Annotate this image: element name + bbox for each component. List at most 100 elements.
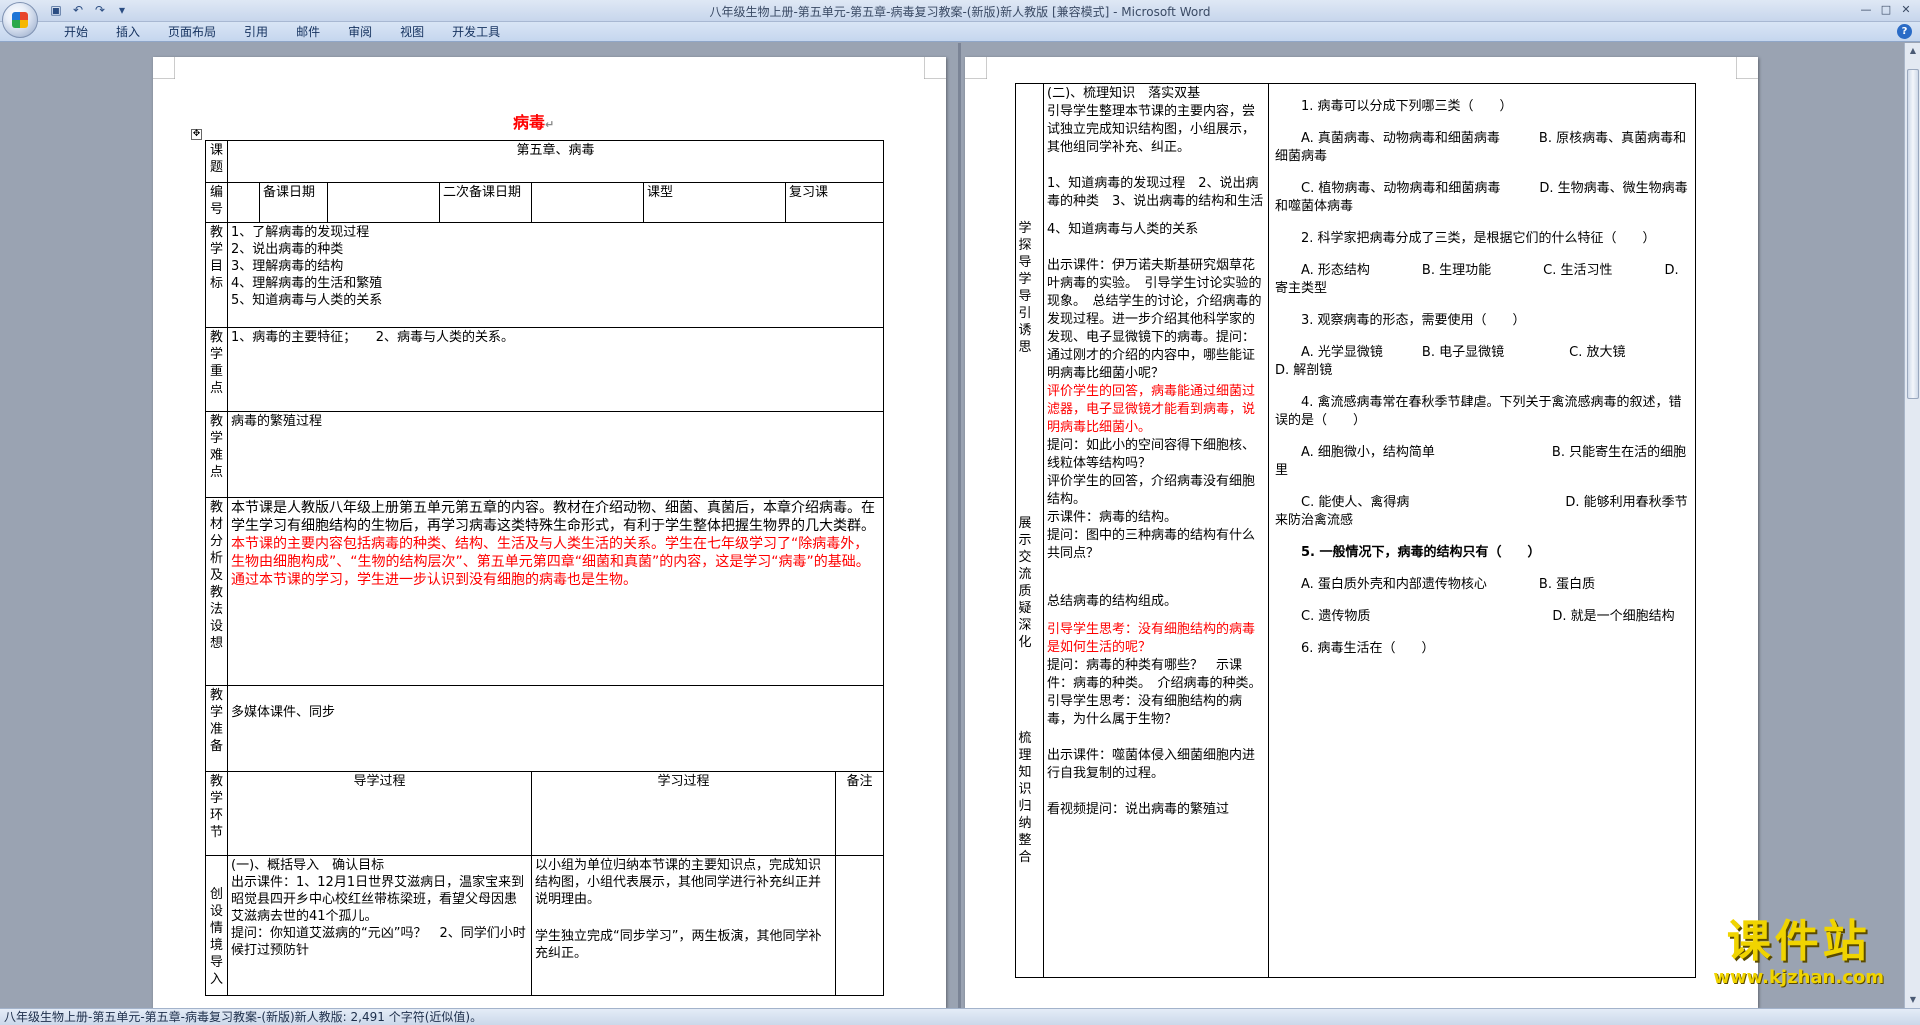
goal-item: 2、说出病毒的种类 [231, 242, 344, 257]
create-guide-line: 提问：你知道艾滋病的“元凶”吗？ 2、同学们小时候打过预防针 [231, 926, 526, 958]
question: 2. 科学家把病毒分成了三类，是根据它们的什么特征（ ） [1301, 231, 1656, 246]
second-prep-label: 二次备课日期 [439, 182, 532, 223]
office-button[interactable] [2, 2, 38, 38]
tab-references[interactable]: 引用 [230, 24, 282, 40]
table-row: 教学环节 导学过程 学习过程 备注 [205, 771, 885, 856]
focus-value[interactable]: 1、病毒的主要特征； 2、病毒与人类的关系。 [226, 327, 885, 412]
summary-label: 梳理知识归纳整合 [1018, 731, 1032, 865]
question-options: A. 形态结构 B. 生理功能 C. 生活习性 D. 寄主类型 [1275, 263, 1679, 296]
lesson-plan-table: 课题 第五章、病毒 编号 备课日期 二次备课日期 课型 复习课 教学目标 1、了… [205, 140, 885, 996]
scroll-up-icon[interactable]: ▲ [1907, 45, 1919, 57]
watermark-logo: 课件站 www.kjzhan.com [1713, 916, 1884, 989]
question-options: A. 蛋白质外壳和内部遗传物核心 B. 蛋白质 [1301, 577, 1596, 592]
document-title[interactable]: 病毒↵ [513, 109, 554, 133]
table-row: 教学重点 1、病毒的主要特征； 2、病毒与人类的关系。 [205, 327, 885, 412]
topic-label: 课题 [205, 140, 228, 183]
tab-view[interactable]: 视图 [386, 24, 438, 40]
table-row: 学探导学导引诱思 展示交流质疑深化 梳理知识归纳整合 (二)、梳理知识 落实双基… [1015, 83, 1696, 978]
prep-value[interactable]: 多媒体课件、同步 [226, 685, 885, 772]
help-icon[interactable]: ? [1897, 24, 1912, 39]
guide-paragraph: 看视频提问：说出病毒的繁殖过 [1047, 802, 1230, 817]
crop-mark-top-left [153, 57, 175, 79]
study-header: 学习过程 [531, 771, 836, 856]
difficulty-value[interactable]: 病毒的繁殖过程 [226, 411, 885, 498]
class-type-value[interactable]: 复习课 [784, 182, 885, 223]
question-options: C. 能使人、禽得病 D. 能够利用春秋季节来防治禽流感 [1275, 495, 1688, 528]
goals-cell[interactable]: 1、了解病毒的发现过程 2、说出病毒的种类 3、理解病毒的结构 4、理解病毒的生… [226, 222, 885, 328]
question: 3. 观察病毒的形态，需要使用（ ） [1301, 313, 1526, 328]
class-type-label: 课型 [643, 182, 786, 223]
create-guide-line: (一)、概括导入 确认目标 [231, 858, 385, 873]
question-options: C. 遗传物质 D. 就是一个细胞结构 [1301, 609, 1675, 624]
prep-label: 教学准备 [205, 685, 228, 772]
table-move-handle-icon[interactable]: ✥ [191, 129, 202, 140]
document-workspace[interactable]: 病毒↵ ✥ 课题 第五章、病毒 编号 备课日期 二次备课日期 课型 复习课 教学… [0, 43, 1904, 1008]
page-split-divider [958, 43, 961, 1008]
guide-paragraph-red: 评价学生的回答，病毒能通过细菌过滤器，电子显微镜才能看到病毒，说明病毒比细菌小。 [1047, 384, 1256, 435]
window-title: 八年级生物上册-第五单元-第五章-病毒复习教案-(新版)新人教版 [兼容模式] … [709, 5, 1211, 19]
second-prep-value[interactable] [531, 182, 644, 223]
number-value[interactable] [227, 182, 260, 223]
question-options: C. 植物病毒、动物病毒和细菌病毒 D. 生物病毒、微生物病毒和噬菌体病毒 [1275, 181, 1688, 214]
watermark-url: www.kjzhan.com [1713, 967, 1884, 988]
office-logo-icon [12, 12, 28, 28]
guide-column[interactable]: (二)、梳理知识 落实双基 引导学生整理本节课的主要内容，尝试独立完成知识结构图… [1043, 83, 1269, 978]
create-guide-cell[interactable]: (一)、概括导入 确认目标 出示课件：1、12月1日世界艾滋病日，温家宝来到昭觉… [227, 855, 532, 996]
exercise-column[interactable]: 1. 病毒可以分成下列哪三类（ ） A. 真菌病毒、动物病毒和细菌病毒 B. 原… [1268, 83, 1696, 978]
close-icon[interactable]: ✕ [1896, 1, 1916, 19]
watermark-text: 课件站 [1726, 916, 1871, 967]
guide-paragraph: 评价学生的回答，介绍病毒没有细胞结构。 [1047, 474, 1256, 507]
goal-item: 3、理解病毒的结构 [231, 259, 344, 274]
title-bar: ▣ ↶ ↷ ▾ 八年级生物上册-第五单元-第五章-病毒复习教案-(新版)新人教版… [0, 0, 1920, 38]
tab-review[interactable]: 审阅 [334, 24, 386, 40]
crop-mark-top-right [924, 57, 946, 79]
link-label: 教学环节 [205, 771, 228, 856]
analysis-cell[interactable]: 本节课是人教版八年级上册第五单元第五章的内容。教材在介绍动物、细菌、真菌后，本章… [226, 497, 885, 686]
table-row: 教学目标 1、了解病毒的发现过程 2、说出病毒的种类 3、理解病毒的结构 4、理… [205, 222, 885, 328]
note-header: 备注 [834, 771, 885, 856]
question-options: A. 细胞微小，结构简单 B. 只能寄生在活的细胞里 [1275, 445, 1687, 478]
difficulty-label: 教学难点 [205, 411, 228, 498]
tab-developer[interactable]: 开发工具 [438, 24, 514, 40]
phase-label-column: 学探导学导引诱思 展示交流质疑深化 梳理知识归纳整合 [1015, 83, 1044, 978]
document-title-text: 病毒 [513, 113, 546, 132]
focus-label: 教学重点 [205, 327, 228, 412]
analysis-text-red: 本节课的主要内容包括病毒的种类、结构、生活及与人类生活的关系。学生在七年级学习了… [231, 536, 870, 588]
maximize-icon[interactable]: □ [1876, 1, 1896, 19]
goal-item: 4、理解病毒的生活和繁殖 [231, 276, 383, 291]
tab-page-layout[interactable]: 页面布局 [154, 24, 230, 40]
guide-header: 导学过程 [227, 771, 532, 856]
create-study-line: 学生独立完成“同步学习”，两生板演，其他同学补充纠正。 [535, 929, 822, 961]
tab-mailings[interactable]: 邮件 [282, 24, 334, 40]
table-row: 教材分析及教法设想 本节课是人教版八年级上册第五单元第五章的内容。教材在介绍动物… [205, 497, 885, 686]
guide-paragraph: 示课件：病毒的结构。 [1047, 510, 1178, 525]
question: 6. 病毒生活在（ ） [1301, 641, 1435, 656]
scroll-down-icon[interactable]: ▼ [1907, 994, 1919, 1006]
window-controls: — □ ✕ [1856, 1, 1916, 19]
create-study-cell[interactable]: 以小组为单位归纳本节课的主要知识点，完成知识结构图，小组代表展示，其他同学进行补… [531, 855, 836, 996]
tab-insert[interactable]: 插入 [102, 24, 154, 40]
prep-date-value[interactable] [327, 182, 440, 223]
vertical-scrollbar[interactable]: ▲ ▼ [1904, 43, 1920, 1008]
create-note-cell[interactable] [834, 855, 885, 996]
crop-mark-top-left [965, 57, 987, 79]
minimize-icon[interactable]: — [1856, 1, 1876, 19]
create-guide-line: 出示课件：1、12月1日世界艾滋病日，温家宝来到昭觉县四开乡中心校红丝带栋梁班，… [231, 875, 525, 924]
tab-home[interactable]: 开始 [50, 24, 102, 40]
table-row: 教学难点 病毒的繁殖过程 [205, 411, 885, 498]
guide-paragraph: 4、知道病毒与人类的关系 [1047, 222, 1199, 237]
activity-table: 学探导学导引诱思 展示交流质疑深化 梳理知识归纳整合 (二)、梳理知识 落实双基… [1015, 83, 1696, 978]
analysis-text: 本节课是人教版八年级上册第五单元第五章的内容。教材在介绍动物、细菌、真菌后，本章… [231, 500, 875, 534]
document-page-1[interactable]: 病毒↵ ✥ 课题 第五章、病毒 编号 备课日期 二次备课日期 课型 复习课 教学… [153, 57, 946, 1008]
topic-value[interactable]: 第五章、病毒 [226, 140, 885, 183]
guide-paragraph: 提问：图中的三种病毒的结构有什么共同点？ [1047, 528, 1256, 561]
document-page-2[interactable]: 学探导学导引诱思 展示交流质疑深化 梳理知识归纳整合 (二)、梳理知识 落实双基… [965, 57, 1758, 1008]
question: 5. 一般情况下，病毒的结构只有（ ） [1301, 545, 1541, 560]
guide-paragraph: 引导学生整理本节课的主要内容，尝试独立完成知识结构图，小组展示，其他组同学补充、… [1047, 104, 1256, 155]
crop-mark-top-right [1736, 57, 1758, 79]
scrollbar-thumb[interactable] [1907, 69, 1919, 399]
show-label: 展示交流质疑深化 [1018, 516, 1032, 650]
ribbon-tabs: 开始 插入 页面布局 引用 邮件 审阅 视图 开发工具 [50, 24, 514, 40]
prep-date-label: 备课日期 [259, 182, 328, 223]
status-bar: 八年级生物上册-第五单元-第五章-病毒复习教案-(新版)新人教版: 2,491 … [0, 1008, 1920, 1025]
